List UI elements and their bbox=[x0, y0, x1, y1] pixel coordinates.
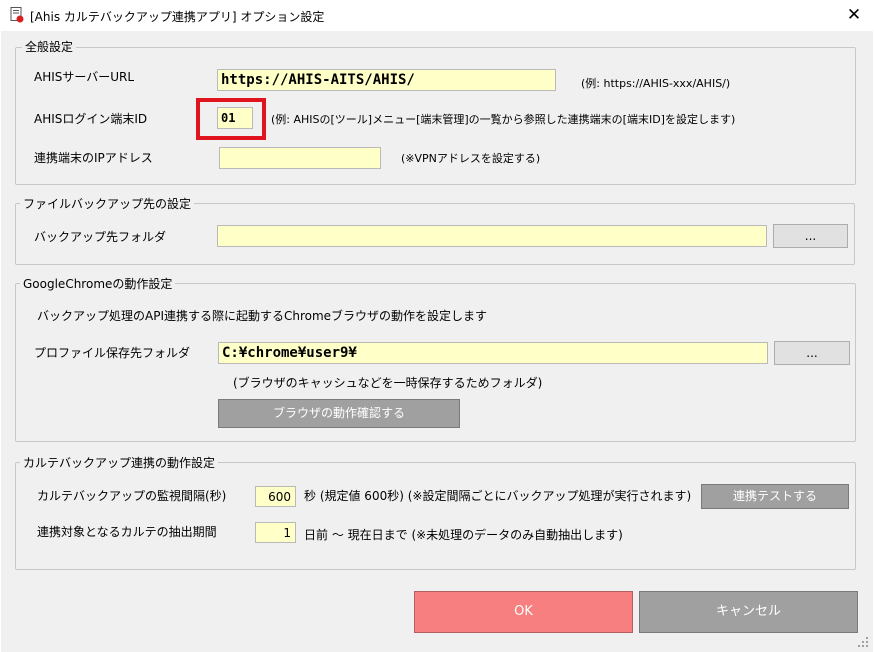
backup-folder-input[interactable] bbox=[217, 225, 767, 247]
server-url-input[interactable]: https://AHIS-AITS/AHIS/ bbox=[217, 69, 556, 91]
period-label: 連携対象となるカルテの抽出期間 bbox=[37, 525, 217, 539]
ip-address-label: 連携端末のIPアドレス bbox=[34, 151, 153, 165]
backup-browse-button[interactable]: ... bbox=[773, 224, 848, 248]
interval-hint: 秒 (規定値 600秒) (※設定間隔ごとにバックアップ処理が実行されます) bbox=[304, 489, 692, 503]
browser-check-button[interactable]: ブラウザの動作確認する bbox=[218, 399, 460, 428]
backup-folder-label: バックアップ先フォルダ bbox=[34, 230, 167, 244]
ip-address-hint: (※VPNアドレスを設定する) bbox=[401, 152, 541, 165]
backup-settings-legend: ファイルバックアップ先の設定 bbox=[20, 197, 195, 211]
login-id-hint: (例: AHISの[ツール]メニュー[端末管理]の一覧から参照した連携端末の[端… bbox=[271, 113, 736, 126]
profile-folder-label: プロファイル保存先フォルダ bbox=[34, 346, 191, 360]
profile-browse-button[interactable]: ... bbox=[774, 341, 850, 365]
close-icon[interactable]: ✕ bbox=[842, 3, 866, 27]
sync-settings-group bbox=[15, 462, 856, 570]
general-settings-legend: 全般設定 bbox=[22, 40, 77, 54]
sync-settings-legend: カルテバックアップ連携の動作設定 bbox=[20, 456, 219, 470]
chrome-description: バックアップ処理のAPI連携する際に起動するChromeブラウザの動作を設定しま… bbox=[37, 309, 488, 323]
interval-input[interactable]: 600 bbox=[255, 486, 296, 507]
app-icon bbox=[10, 7, 24, 23]
chrome-settings-legend: GoogleChromeの動作設定 bbox=[20, 277, 176, 291]
cancel-button[interactable]: キャンセル bbox=[639, 591, 858, 633]
login-id-label: AHISログイン端末ID bbox=[34, 112, 148, 126]
login-id-input[interactable]: 01 bbox=[217, 107, 253, 129]
period-input[interactable]: 1 bbox=[255, 522, 296, 543]
sync-test-button[interactable]: 連携テストする bbox=[701, 484, 849, 509]
server-url-label: AHISサーバーURL bbox=[34, 70, 135, 84]
window-title: [Ahis カルテバックアップ連携アプリ] オプション設定 bbox=[30, 10, 325, 24]
period-hint: 日前 〜 現在日まで (※未処理のデータのみ自動抽出します) bbox=[304, 528, 623, 542]
server-url-hint: (例: https://AHIS-xxx/AHIS/) bbox=[581, 77, 731, 90]
ip-address-input[interactable] bbox=[219, 147, 381, 169]
profile-folder-input[interactable]: C:¥chrome¥user9¥ bbox=[218, 342, 768, 364]
title-bar: [Ahis カルテバックアップ連携アプリ] オプション設定 ✕ bbox=[0, 0, 874, 31]
interval-label: カルテバックアップの監視間隔(秒) bbox=[37, 489, 227, 503]
resize-grip-icon[interactable] bbox=[857, 636, 869, 648]
ok-button[interactable]: OK bbox=[414, 591, 633, 633]
profile-folder-hint: (ブラウザのキャッシュなどを一時保存するためフォルダ) bbox=[233, 376, 543, 390]
dialog-body: 全般設定 AHISサーバーURL https://AHIS-AITS/AHIS/… bbox=[1, 31, 873, 652]
